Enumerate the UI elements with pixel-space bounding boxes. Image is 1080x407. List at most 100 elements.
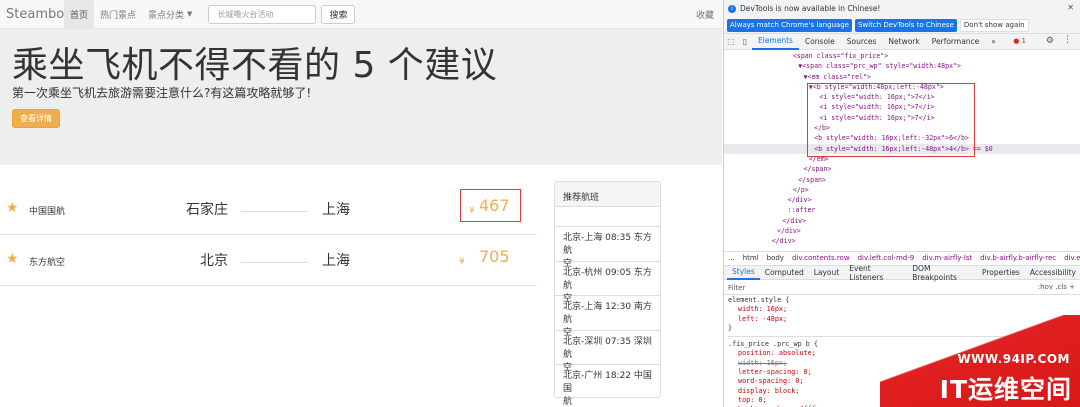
panel-spacer (555, 207, 660, 227)
tab-performance[interactable]: Performance (926, 34, 986, 50)
dom-node-line[interactable]: ▼<em class="rel"> (724, 72, 1080, 82)
tab-elements[interactable]: Elements (752, 34, 799, 50)
recommended-flight-item[interactable]: 北京-上海 08:35 东方航 空 (555, 227, 660, 269)
error-count-badge[interactable]: ● 1 (1013, 37, 1026, 45)
more-options-icon[interactable]: ⋮ (1063, 35, 1072, 45)
chevron-down-icon: ▼ (187, 10, 193, 18)
hero-title: 乘坐飞机不得不看的 5 个建议 (12, 45, 498, 86)
hero-subtitle: 第一次乘坐飞机去旅游需要注意什么?有这篇攻略就够了! (12, 86, 312, 100)
dom-node-line[interactable]: </p> (724, 185, 1080, 195)
dom-node-text: </div> (787, 196, 812, 205)
dom-node-line[interactable]: </div> (724, 216, 1080, 226)
star-icon: ★ (6, 251, 19, 267)
recommended-flight-item[interactable]: 北京-广州 18:22 中国国 航 (555, 365, 660, 407)
subtab-dom-breakpoints[interactable]: DOM Breakpoints (907, 264, 977, 282)
breadcrumb-item[interactable]: div.e-a (1064, 254, 1080, 262)
watermark-title: IT运维空间 (939, 375, 1072, 404)
styles-filter[interactable]: Filter :hov .cls + (724, 281, 1080, 295)
breadcrumb-item[interactable]: body (767, 254, 784, 262)
flight-row[interactable]: ★ 东方航空 北京 上海 ¥ 705 (0, 236, 537, 286)
brand-logo[interactable]: Steamboat (0, 7, 77, 22)
watermark-url: WWW.94IP.COM (957, 352, 1070, 366)
breadcrumb-item[interactable]: div.m-airfly-lst (922, 254, 972, 262)
recommended-flight-item[interactable]: 北京-深圳 07:35 深圳航 空 (555, 331, 660, 373)
hero-banner: 乘坐飞机不得不看的 5 个建议 第一次乘坐飞机去旅游需要注意什么?有这篇攻略就够… (0, 29, 722, 165)
recommended-flights-panel: 推荐航班 北京-上海 08:35 东方航 空 北京-杭州 09:05 东方航 空… (554, 181, 661, 407)
recommended-flight-text: 北京-广州 18:22 中国国 (563, 371, 652, 394)
dom-node-line[interactable]: </div> (724, 195, 1080, 205)
dom-node-text: </p> (792, 185, 809, 194)
error-count: 1 (1021, 37, 1026, 45)
infobar-message: DevTools is now available in Chinese! (740, 4, 881, 13)
website-viewport: Steamboat 首页 热门景点 景点分类 ▼ 长城噜火台活动 搜索 收藏 乘… (0, 0, 722, 407)
dom-node-line[interactable]: </span> (724, 164, 1080, 174)
breadcrumb-item[interactable]: div.left.col-md-9 (858, 254, 915, 262)
filter-actions[interactable]: :hov .cls + (1038, 283, 1075, 291)
close-icon[interactable]: ✕ (1067, 3, 1074, 12)
dom-node-line[interactable]: </div> (724, 236, 1080, 246)
currency-symbol: ¥ (459, 257, 465, 267)
dom-node-line[interactable]: <span class="fix_price"> (724, 51, 1080, 61)
switch-language-button[interactable]: Switch DevTools to Chinese (854, 18, 957, 32)
price-highlight-box (460, 189, 521, 222)
view-details-button[interactable]: 查看详情 (12, 109, 60, 128)
flight-row[interactable]: ★ 中国国航 石家庄 上海 ¥ 467 (0, 185, 537, 235)
breadcrumb-item[interactable]: div.contents.row (792, 254, 850, 262)
nav-item-categories-label: 景点分类 (148, 10, 185, 21)
dom-node-text: </div> (777, 227, 801, 236)
breadcrumb-item[interactable]: html (743, 254, 759, 262)
tab-sources[interactable]: Sources (841, 34, 883, 50)
flight-destination: 上海 (322, 253, 350, 269)
breadcrumb-item[interactable]: div.b-airfly.b-airfly-rec (980, 254, 1056, 262)
recommended-flight-text: 北京-深圳 07:35 深圳航 (563, 336, 652, 360)
filter-input[interactable]: Filter (728, 284, 745, 292)
dom-node-text: ▼<span class="prc_wp" style="width:48px"… (798, 62, 961, 71)
breadcrumb-item[interactable]: ... (728, 254, 735, 262)
flight-airline: 中国国航 (29, 207, 66, 217)
subtab-accessibility[interactable]: Accessibility (1025, 266, 1080, 280)
tab-network[interactable]: Network (882, 34, 925, 50)
tab-console[interactable]: Console (799, 34, 841, 50)
flight-price: 705 (479, 247, 510, 266)
subtab-layout[interactable]: Layout (809, 266, 845, 280)
search-input[interactable]: 长城噜火台活动 (208, 4, 317, 24)
flight-destination: 上海 (322, 202, 350, 218)
route-line (241, 262, 308, 263)
subtab-styles[interactable]: Styles (727, 266, 760, 280)
info-icon: i (728, 4, 736, 13)
nav-item-categories[interactable]: 景点分类 ▼ (142, 0, 198, 29)
subtab-properties[interactable]: Properties (977, 266, 1025, 280)
inspect-element-icon[interactable]: ⬚ (724, 37, 738, 46)
recommended-flight-text: 航 (563, 397, 573, 407)
styles-subtabs: Styles Computed Layout Event Listeners DOM B… (724, 264, 1080, 282)
css-property[interactable]: width: 16px; (728, 305, 1080, 314)
favorites-link[interactable]: 收藏 (696, 8, 714, 21)
css-selector[interactable]: element.style { (728, 296, 1080, 305)
route-line (241, 211, 308, 212)
dom-node-text: ▼<em class="rel"> (803, 72, 872, 81)
subtab-computed[interactable]: Computed (760, 266, 809, 280)
panel-heading: 推荐航班 (555, 182, 660, 207)
recommended-flight-item[interactable]: 北京-上海 12:30 南方航 空 (555, 296, 660, 338)
gear-icon[interactable]: ⚙ (1046, 36, 1054, 46)
dom-node-line[interactable]: ▼<span class="prc_wp" style="width:48px"… (724, 61, 1080, 71)
dom-node-line[interactable]: ::after (724, 205, 1080, 215)
dom-node-text: </div> (771, 237, 796, 246)
devtools-tabbar: ⬚ ▯ Elements Console Sources Network Per… (724, 33, 1080, 50)
subtab-event-listeners[interactable]: Event Listeners (844, 264, 907, 282)
device-toolbar-icon[interactable]: ▯ (738, 37, 752, 46)
recommended-flight-item[interactable]: 北京-杭州 09:05 东方航 空 (555, 262, 660, 304)
nav-item-home[interactable]: 首页 (64, 0, 95, 29)
dom-node-line[interactable]: </div> (724, 226, 1080, 236)
dont-show-again-button[interactable]: Don't show again (959, 18, 1029, 32)
dom-node-line[interactable]: </span> (724, 175, 1080, 185)
search-button[interactable]: 搜索 (321, 4, 356, 24)
dom-node-text: </div> (782, 216, 807, 225)
top-navbar: Steamboat 首页 热门景点 景点分类 ▼ 长城噜火台活动 搜索 收藏 (0, 0, 722, 29)
dom-node-text: </span> (803, 165, 832, 174)
dom-node-text: ::after (787, 206, 816, 215)
dom-node-text: <span class="fix_price"> (792, 52, 889, 60)
match-language-button[interactable]: Always match Chrome's language (727, 18, 852, 32)
nav-item-hot-spots[interactable]: 热门景点 (94, 0, 142, 29)
more-tabs-icon[interactable]: » (985, 34, 1002, 50)
